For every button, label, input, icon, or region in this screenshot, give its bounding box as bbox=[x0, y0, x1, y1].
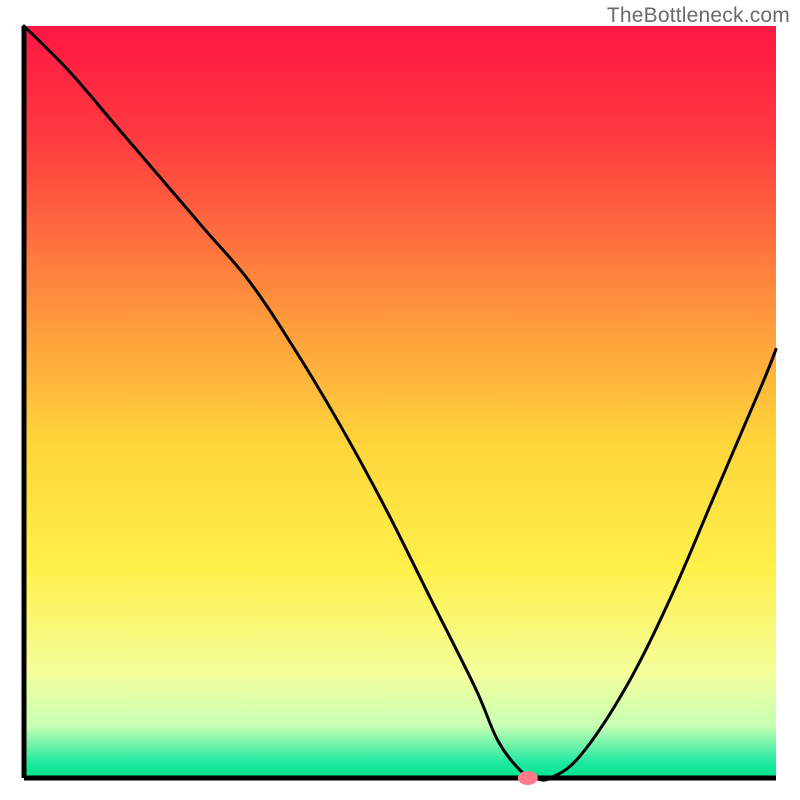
watermark-text: TheBottleneck.com bbox=[607, 4, 790, 28]
optimal-marker bbox=[518, 771, 538, 785]
bottleneck-chart: TheBottleneck.com bbox=[0, 0, 800, 800]
chart-svg bbox=[0, 0, 800, 800]
plot-background bbox=[24, 26, 776, 778]
